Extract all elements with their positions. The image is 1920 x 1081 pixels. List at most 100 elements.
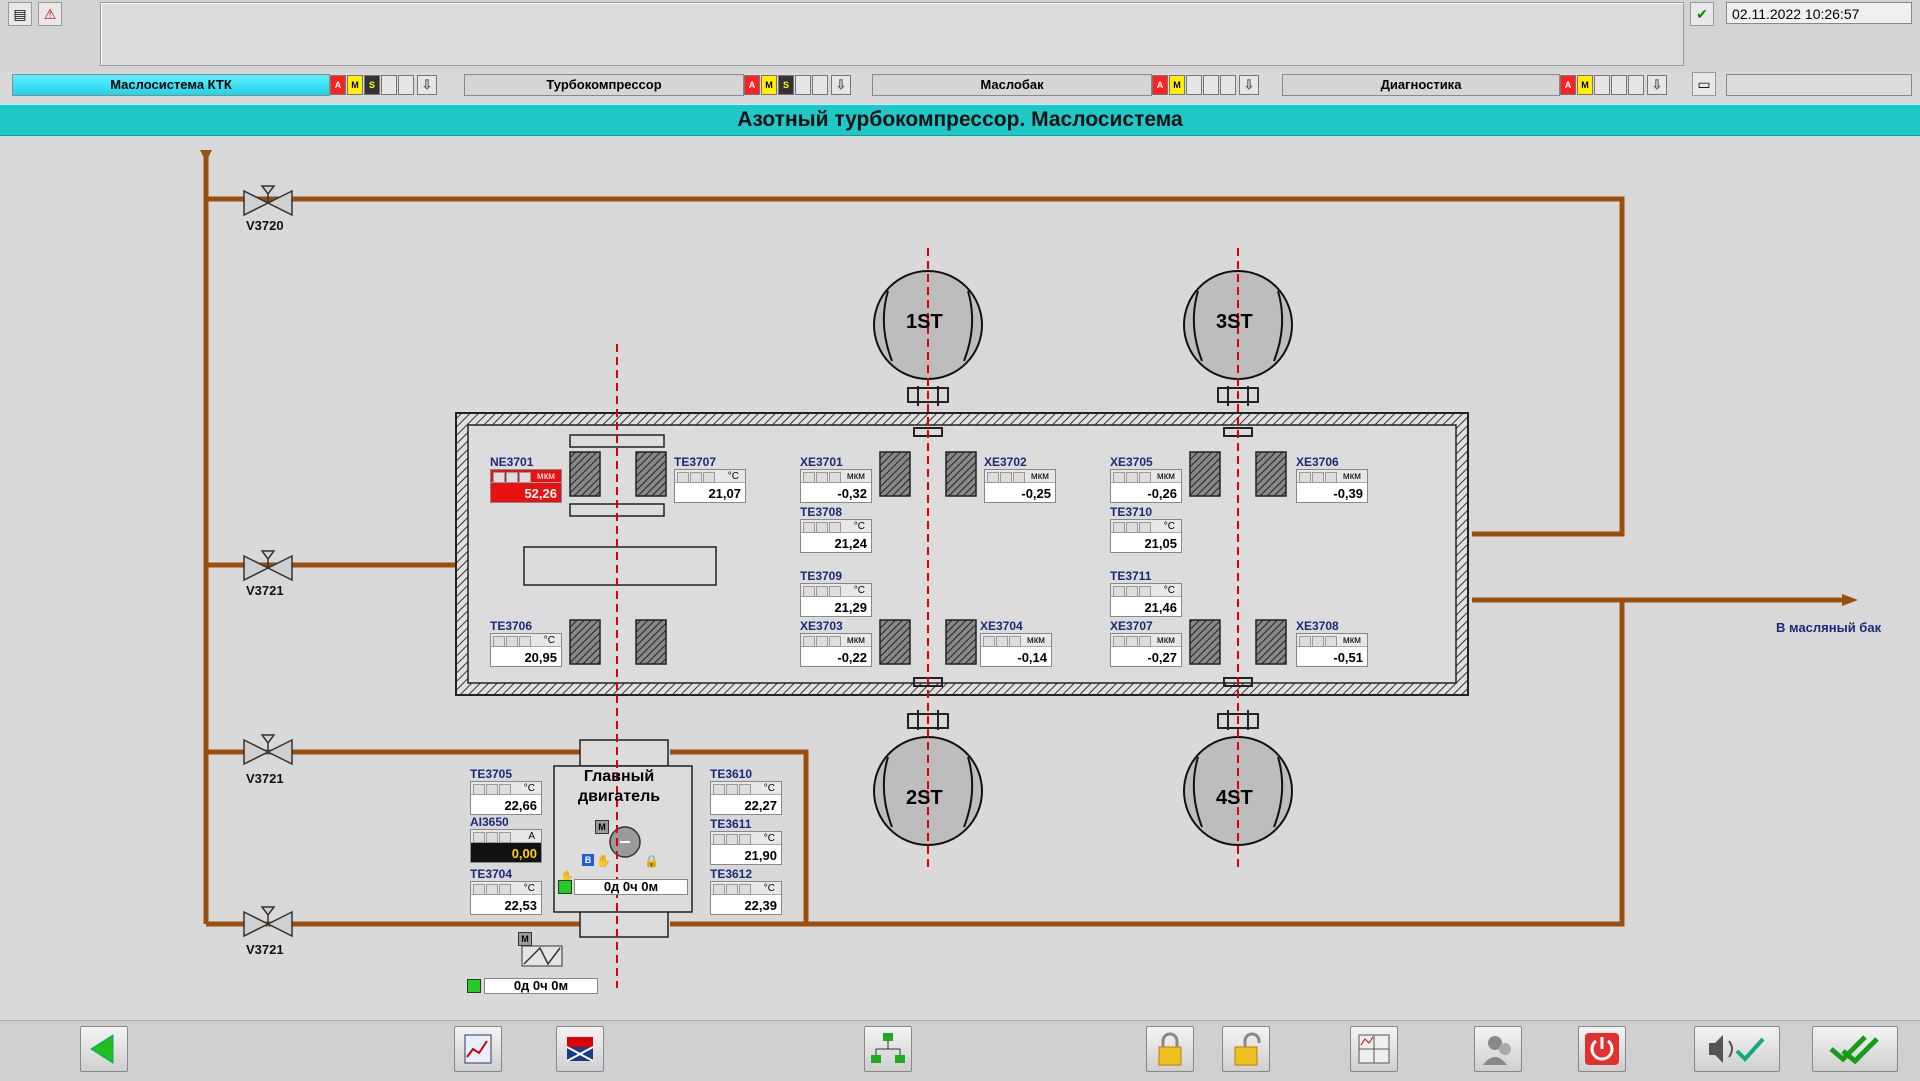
- sensor-value: -0,27: [1147, 650, 1177, 665]
- sensor-value: 21,05: [1144, 536, 1177, 551]
- sensor-value-box[interactable]: °C 22,66: [470, 781, 542, 815]
- tab-flag-m: M: [1169, 75, 1185, 95]
- valve-v3721-label[interactable]: V3721: [246, 583, 284, 598]
- sensor-value: 21,29: [834, 600, 867, 615]
- sensor-value-box[interactable]: Aмкм52,26: [490, 469, 562, 503]
- sensor-value-box[interactable]: мкм -0,39: [1296, 469, 1368, 503]
- power-off-button[interactable]: [1578, 1026, 1626, 1072]
- tab-arrow-icon[interactable]: ⇩: [417, 75, 437, 95]
- sensor-value-box[interactable]: мкм -0,26: [1110, 469, 1182, 503]
- tab-arrow-icon[interactable]: ⇩: [1239, 75, 1259, 95]
- print-icon[interactable]: ▭: [1692, 72, 1716, 96]
- sensor-value-box[interactable]: °C 20,95: [490, 633, 562, 667]
- sensor-value-box[interactable]: °C 21,29: [800, 583, 872, 617]
- sensor-te3707[interactable]: TE3707 °C 21,07: [674, 456, 746, 503]
- aux-mode-badge[interactable]: M: [518, 932, 532, 946]
- sensor-tag: XE3702: [984, 455, 1027, 469]
- sensor-value-box[interactable]: мкм -0,14: [980, 633, 1052, 667]
- sensor-status-cells: [803, 586, 842, 600]
- sensor-xe3702[interactable]: XE3702 мкм -0,25: [984, 456, 1056, 503]
- sensor-value-box[interactable]: мкм -0,25: [984, 469, 1056, 503]
- sensor-ne3701[interactable]: NE3701Aмкм52,26: [490, 456, 562, 503]
- sensor-te3708[interactable]: TE3708 °C 21,24: [800, 506, 872, 553]
- sensor-value-box[interactable]: мкм -0,32: [800, 469, 872, 503]
- sensor-te3706[interactable]: TE3706 °C 20,95: [490, 620, 562, 667]
- sensor-value-box[interactable]: °C 21,07: [674, 469, 746, 503]
- process-diagram: [200, 150, 1858, 988]
- sensor-value-box[interactable]: °C 22,53: [470, 881, 542, 915]
- sensor-tag: XE3708: [1296, 619, 1339, 633]
- warning-icon[interactable]: ⚠: [38, 2, 62, 26]
- sensor-te3711[interactable]: TE3711 °C 21,46: [1110, 570, 1182, 617]
- sensor-xe3707[interactable]: XE3707 мкм -0,27: [1110, 620, 1182, 667]
- acknowledge-icon[interactable]: ✔: [1690, 2, 1714, 26]
- sensor-xe3705[interactable]: XE3705 мкм -0,26: [1110, 456, 1182, 503]
- sensor-status-cells: [713, 784, 752, 798]
- datetime-display: 02.11.2022 10:26:57: [1726, 2, 1912, 24]
- sensor-xe3706[interactable]: XE3706 мкм -0,39: [1296, 456, 1368, 503]
- tab-flag-empty: [1611, 75, 1627, 95]
- sensor-tag: TE3706: [490, 619, 533, 633]
- sound-acknowledge-button[interactable]: [1694, 1026, 1780, 1072]
- sensor-te3705[interactable]: TE3705 °C 22,66: [470, 768, 542, 815]
- sensor-xe3701[interactable]: XE3701 мкм -0,32: [800, 456, 872, 503]
- valve-v3721-icon: [243, 734, 293, 766]
- sensor-value: 0,00: [511, 846, 537, 861]
- sensor-xe3703[interactable]: XE3703 мкм -0,22: [800, 620, 872, 667]
- lock-button[interactable]: [1146, 1026, 1194, 1072]
- sensor-value: 22,53: [504, 898, 537, 913]
- valve-v3721-label[interactable]: V3721: [246, 942, 284, 957]
- valve-v3720-label[interactable]: V3720: [246, 218, 284, 233]
- sensor-value-box[interactable]: °C 21,90: [710, 831, 782, 865]
- page-title: Азотный турбокомпрессор. Маслосистема: [0, 104, 1920, 136]
- sensor-value-box[interactable]: °C 22,27: [710, 781, 782, 815]
- sensor-value-box[interactable]: SA0,00: [470, 829, 542, 863]
- tab-3[interactable]: Маслобак: [872, 74, 1152, 96]
- sensor-value: 20,95: [524, 650, 557, 665]
- sensor-te3611[interactable]: TE3611 °C 21,90: [710, 818, 782, 865]
- sensor-value-box[interactable]: мкм -0,27: [1110, 633, 1182, 667]
- motor-mode-badge[interactable]: M: [595, 820, 609, 834]
- sensor-te3710[interactable]: TE3710 °C 21,05: [1110, 506, 1182, 553]
- tab-4[interactable]: Диагностика: [1282, 74, 1560, 96]
- sensor-te3704[interactable]: TE3704 °C 22,53: [470, 868, 542, 915]
- tab-1[interactable]: Маслосистема КТК: [12, 74, 330, 96]
- trend-icon[interactable]: [454, 1026, 502, 1072]
- sensor-te3612[interactable]: TE3612 °C 22,39: [710, 868, 782, 915]
- tab-arrow-icon[interactable]: ⇩: [1647, 75, 1667, 95]
- sensor-tag: XE3703: [800, 619, 843, 633]
- notes-icon[interactable]: ▤: [8, 2, 32, 26]
- sensor-ai3650[interactable]: AI3650SA0,00: [470, 816, 542, 863]
- tab-flag-m: M: [761, 75, 777, 95]
- sensor-value: -0,32: [837, 486, 867, 501]
- sensor-value-box[interactable]: мкм -0,51: [1296, 633, 1368, 667]
- sensor-value-box[interactable]: мкм -0,22: [800, 633, 872, 667]
- sensor-te3610[interactable]: TE3610 °C 22,27: [710, 768, 782, 815]
- valve-v3721-label[interactable]: V3721: [246, 771, 284, 786]
- motor-b-badge[interactable]: B: [582, 854, 594, 866]
- sensor-te3709[interactable]: TE3709 °C 21,29: [800, 570, 872, 617]
- windows-layout-icon[interactable]: [1350, 1026, 1398, 1072]
- tab-flag-empty: [398, 75, 414, 95]
- sensor-tag: XE3706: [1296, 455, 1339, 469]
- sensor-value-box[interactable]: °C 21,24: [800, 519, 872, 553]
- sensor-status-cells: [713, 884, 752, 898]
- unlock-button[interactable]: [1222, 1026, 1270, 1072]
- tab-flag-s: S: [364, 75, 380, 95]
- sensor-xe3708[interactable]: XE3708 мкм -0,51: [1296, 620, 1368, 667]
- compressor-3st-label: 3ST: [1216, 311, 1253, 333]
- run-indicator: [558, 880, 572, 894]
- sensor-value-box[interactable]: °C 22,39: [710, 881, 782, 915]
- acknowledge-all-button[interactable]: [1812, 1026, 1898, 1072]
- sensor-tag: AI3650: [470, 815, 509, 829]
- user-icon[interactable]: [1474, 1026, 1522, 1072]
- network-icon[interactable]: [864, 1026, 912, 1072]
- language-icon[interactable]: [556, 1026, 604, 1072]
- tab-2[interactable]: Турбокомпрессор: [464, 74, 744, 96]
- back-button[interactable]: [80, 1026, 128, 1072]
- sensor-value-box[interactable]: °C 21,05: [1110, 519, 1182, 553]
- sensor-xe3704[interactable]: XE3704 мкм -0,14: [980, 620, 1052, 667]
- tab-arrow-icon[interactable]: ⇩: [831, 75, 851, 95]
- sensor-tag: TE3708: [800, 505, 843, 519]
- sensor-value-box[interactable]: °C 21,46: [1110, 583, 1182, 617]
